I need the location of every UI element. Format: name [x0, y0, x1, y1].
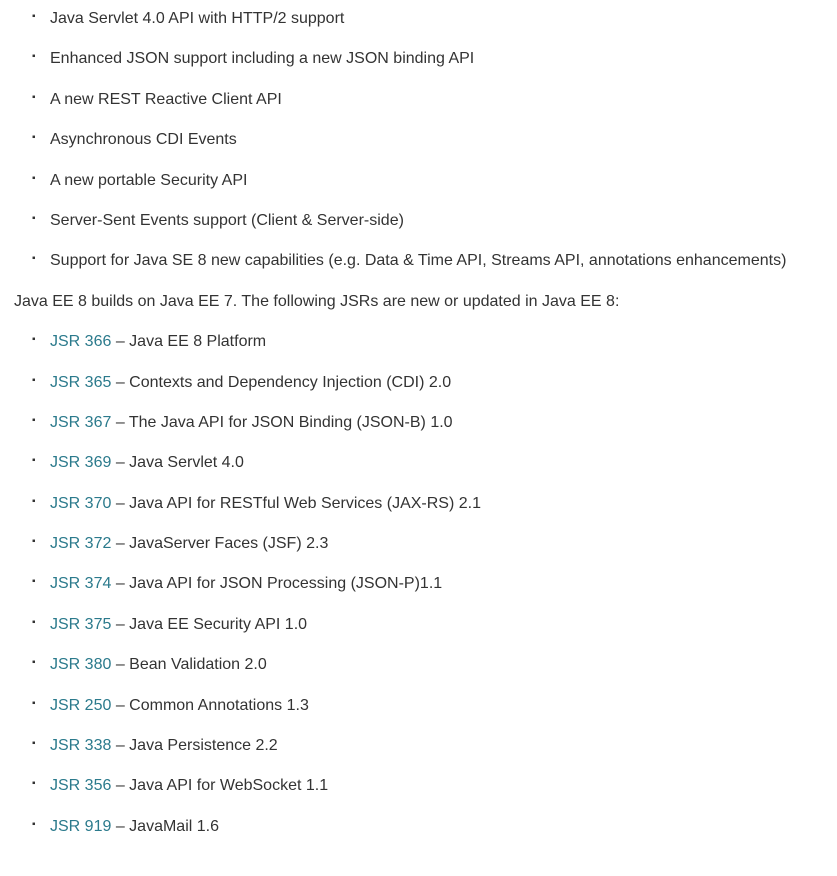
separator: –: [111, 495, 129, 512]
jsr-desc: Java Servlet 4.0: [129, 454, 244, 471]
list-item: JSR 366 – Java EE 8 Platform: [50, 331, 837, 353]
list-item: JSR 369 – Java Servlet 4.0: [50, 452, 837, 474]
separator: –: [111, 535, 129, 552]
jsr-desc: Bean Validation 2.0: [129, 656, 267, 673]
separator: –: [111, 737, 129, 754]
jsr-desc: Java EE 8 Platform: [129, 333, 266, 350]
jsr-desc: JavaServer Faces (JSF) 2.3: [129, 535, 328, 552]
jsr-link[interactable]: JSR 356: [50, 777, 111, 794]
jsr-desc: Java EE Security API 1.0: [129, 616, 307, 633]
list-item: Java Servlet 4.0 API with HTTP/2 support: [50, 8, 837, 30]
separator: –: [111, 616, 129, 633]
jsr-link[interactable]: JSR 380: [50, 656, 111, 673]
list-item: JSR 372 – JavaServer Faces (JSF) 2.3: [50, 533, 837, 555]
list-item: Asynchronous CDI Events: [50, 129, 837, 151]
jsr-desc: Java API for JSON Processing (JSON-P)1.1: [129, 575, 442, 592]
separator: –: [111, 333, 129, 350]
list-item: JSR 380 – Bean Validation 2.0: [50, 654, 837, 676]
jsr-desc: Java API for WebSocket 1.1: [129, 777, 328, 794]
feature-list: Java Servlet 4.0 API with HTTP/2 support…: [0, 8, 837, 273]
jsr-link[interactable]: JSR 374: [50, 575, 111, 592]
list-item: JSR 250 – Common Annotations 1.3: [50, 695, 837, 717]
jsr-link[interactable]: JSR 338: [50, 737, 111, 754]
separator: –: [111, 777, 129, 794]
jsr-link[interactable]: JSR 365: [50, 374, 111, 391]
list-item: Support for Java SE 8 new capabilities (…: [50, 250, 837, 272]
jsr-desc: Contexts and Dependency Injection (CDI) …: [129, 374, 451, 391]
jsr-link[interactable]: JSR 372: [50, 535, 111, 552]
separator: –: [111, 656, 129, 673]
jsr-desc: Java API for RESTful Web Services (JAX-R…: [129, 495, 481, 512]
separator: –: [111, 414, 129, 431]
list-item: JSR 367 – The Java API for JSON Binding …: [50, 412, 837, 434]
jsr-list: JSR 366 – Java EE 8 Platform JSR 365 – C…: [0, 331, 837, 838]
list-item: JSR 356 – Java API for WebSocket 1.1: [50, 775, 837, 797]
jsr-desc: Java Persistence 2.2: [129, 737, 278, 754]
jsr-link[interactable]: JSR 370: [50, 495, 111, 512]
intro-paragraph: Java EE 8 builds on Java EE 7. The follo…: [14, 291, 837, 313]
list-item: Enhanced JSON support including a new JS…: [50, 48, 837, 70]
jsr-link[interactable]: JSR 366: [50, 333, 111, 350]
jsr-desc: JavaMail 1.6: [129, 818, 219, 835]
list-item: JSR 365 – Contexts and Dependency Inject…: [50, 372, 837, 394]
list-item: JSR 374 – Java API for JSON Processing (…: [50, 573, 837, 595]
list-item: A new portable Security API: [50, 170, 837, 192]
jsr-link[interactable]: JSR 369: [50, 454, 111, 471]
separator: –: [111, 818, 129, 835]
jsr-link[interactable]: JSR 250: [50, 697, 111, 714]
jsr-desc: The Java API for JSON Binding (JSON-B) 1…: [129, 414, 453, 431]
separator: –: [111, 575, 129, 592]
jsr-desc: Common Annotations 1.3: [129, 697, 309, 714]
list-item: JSR 919 – JavaMail 1.6: [50, 816, 837, 838]
jsr-link[interactable]: JSR 919: [50, 818, 111, 835]
list-item: JSR 375 – Java EE Security API 1.0: [50, 614, 837, 636]
jsr-link[interactable]: JSR 375: [50, 616, 111, 633]
list-item: JSR 338 – Java Persistence 2.2: [50, 735, 837, 757]
separator: –: [111, 374, 129, 391]
list-item: A new REST Reactive Client API: [50, 89, 837, 111]
jsr-link[interactable]: JSR 367: [50, 414, 111, 431]
list-item: JSR 370 – Java API for RESTful Web Servi…: [50, 493, 837, 515]
list-item: Server-Sent Events support (Client & Ser…: [50, 210, 837, 232]
separator: –: [111, 454, 129, 471]
separator: –: [111, 697, 129, 714]
